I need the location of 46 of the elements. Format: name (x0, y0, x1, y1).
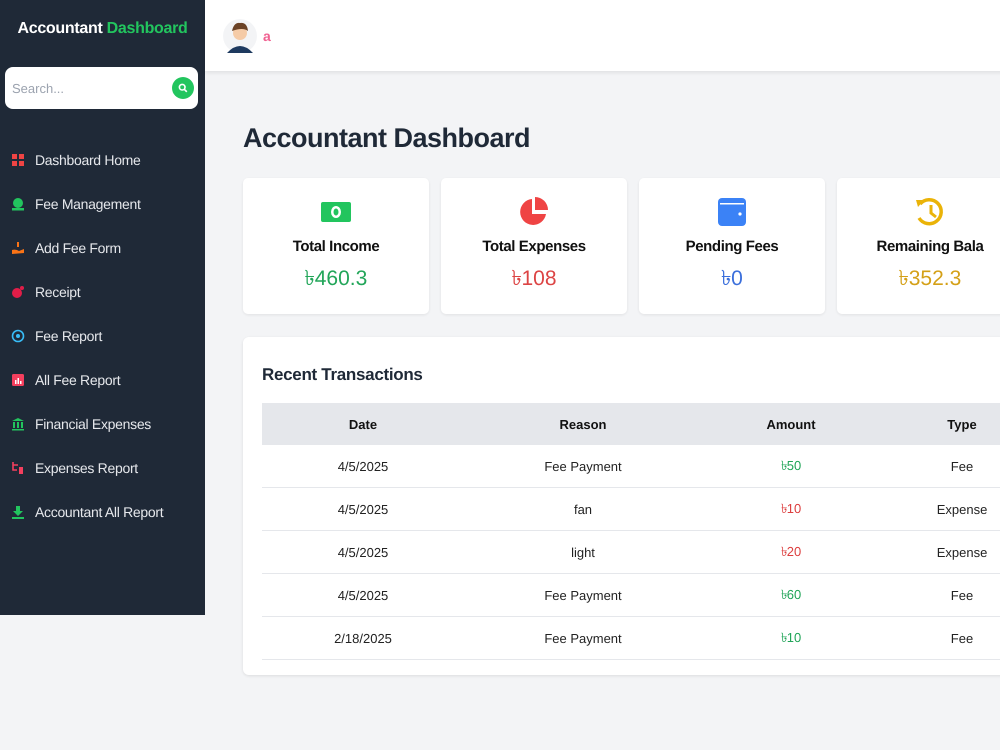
page-title: Accountant Dashboard (243, 123, 532, 154)
table-cell: 4/5/2025 (262, 488, 464, 530)
table-cell: Fee (880, 616, 1000, 660)
table-cell: Expense (880, 530, 1000, 574)
section-title: Recent Transactions (262, 365, 424, 385)
table-cell: Fee Payment (464, 445, 702, 488)
nav-item[interactable]: Financial Expenses (0, 402, 205, 446)
table-cell: 2/18/2025 (262, 616, 464, 660)
table-cell: light (464, 530, 702, 574)
nav-item[interactable]: Receipt (0, 270, 205, 314)
stat-label: Pending Fees (686, 238, 778, 255)
nav-item[interactable]: Accountant All Report (0, 490, 205, 534)
table-cell: 4/5/2025 (262, 445, 464, 488)
nav-item[interactable]: Fee Management (0, 182, 205, 226)
nav-item[interactable]: Add Fee Form (0, 226, 205, 270)
table-cell: Fee Payment (464, 616, 702, 660)
table-cell: fan (464, 488, 702, 530)
table-cell: 4/5/2025 (262, 574, 464, 616)
table-cell: Fee (880, 574, 1000, 616)
brand-title: Accountant Dashboard (17, 20, 188, 37)
table-cell: Expense (880, 488, 1000, 530)
table-cell: ৳50 (702, 445, 880, 488)
column-header: Date (262, 403, 464, 445)
stat-value: ৳0 (721, 266, 743, 292)
stat-value: ৳108 (511, 266, 557, 292)
table-cell: Fee Payment (464, 574, 702, 616)
stat-label: Total Expenses (482, 238, 586, 255)
table-cell: Fee (880, 445, 1000, 488)
table-cell: 4/5/2025 (262, 530, 464, 574)
column-header: Reason (464, 403, 702, 445)
stat-value: ৳460.3 (304, 266, 368, 292)
table-cell: ৳10 (702, 488, 880, 530)
table-cell: ৳20 (702, 530, 880, 574)
table-cell: ৳10 (702, 616, 880, 660)
nav-item[interactable]: Fee Report (0, 314, 205, 358)
nav-item[interactable]: All Fee Report (0, 358, 205, 402)
stat-label: Remaining Bala (876, 238, 984, 255)
nav-item[interactable]: Dashboard Home (0, 138, 205, 182)
nav-item[interactable]: Expenses Report (0, 446, 205, 490)
table-cell: ৳60 (702, 574, 880, 616)
column-header: Amount (702, 403, 880, 445)
column-header: Type (880, 403, 1000, 445)
avatar-icon[interactable] (223, 16, 257, 54)
stat-label: Total Income (292, 238, 380, 255)
search-field[interactable]: Search... (5, 67, 198, 109)
stat-value: ৳352.3 (898, 266, 962, 292)
